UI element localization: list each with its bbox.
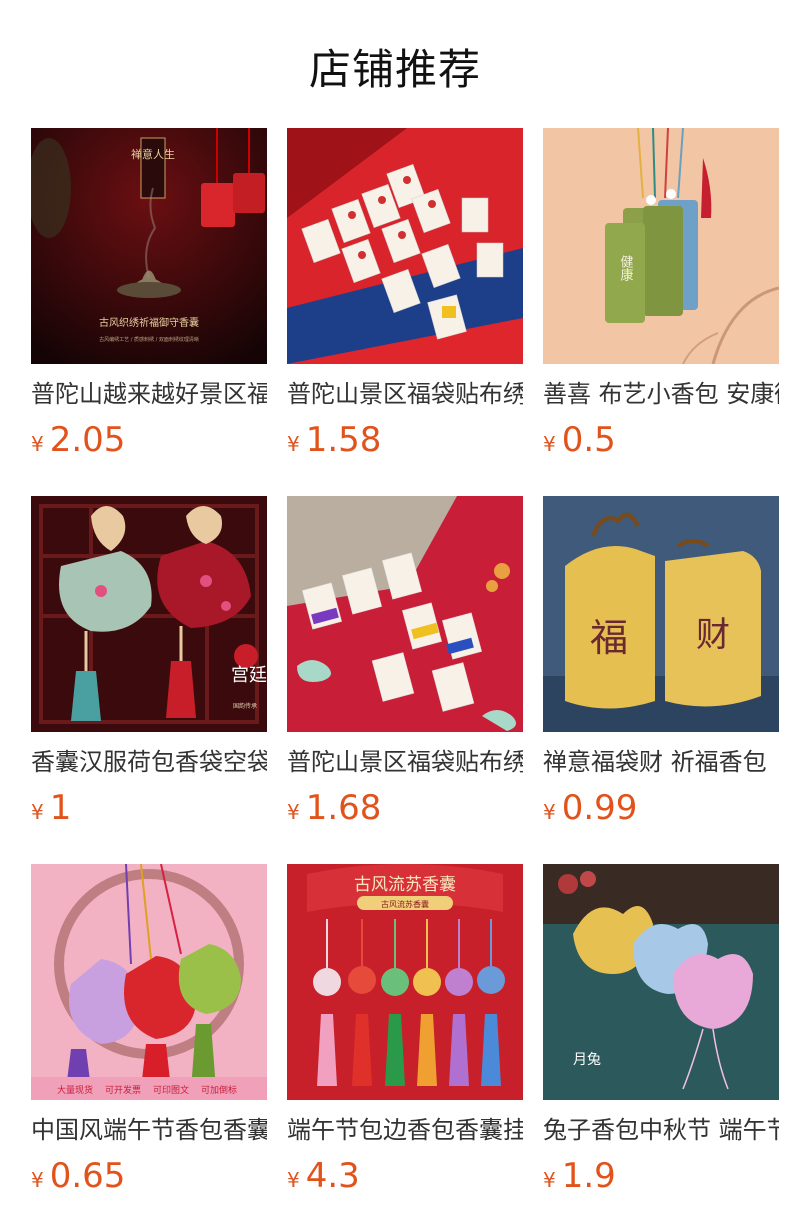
product-card[interactable]: 普陀山景区福袋贴布绣御守挂件 ¥1.68 — [287, 496, 523, 834]
currency-symbol: ¥ — [287, 1168, 300, 1192]
price-value: 0.99 — [561, 788, 638, 828]
product-name[interactable]: 端午节包边香包香囊挂件 — [287, 1114, 523, 1146]
store-recommendations-page: 店铺推荐 禅意人生 古风织绣祈福御守香囊 古风编绣工艺 / 质感刺绣 / 双面刺… — [0, 0, 790, 1232]
svg-text:健康: 健康 — [618, 255, 634, 281]
price-value: 0.65 — [49, 1156, 126, 1196]
svg-text:财: 财 — [696, 615, 730, 655]
product-image[interactable]: 古风流苏香囊 古风流苏香囊 — [287, 864, 523, 1100]
page-title: 店铺推荐 — [308, 45, 481, 94]
product-image[interactable]: 宫廷香囊 国韵传承 — [31, 496, 267, 732]
currency-symbol: ¥ — [287, 432, 300, 456]
svg-text:古风织绣祈福御守香囊: 古风织绣祈福御守香囊 — [99, 316, 199, 329]
product-name[interactable]: 普陀山景区福袋贴布绣御守挂件 — [287, 746, 523, 778]
product-image[interactable] — [287, 128, 523, 364]
svg-text:月兔: 月兔 — [573, 1052, 601, 1068]
product-image[interactable]: 月兔 — [543, 864, 779, 1100]
price-value: 2.05 — [49, 420, 126, 460]
product-image[interactable]: 健康 — [543, 128, 779, 364]
currency-symbol: ¥ — [287, 800, 300, 824]
product-image[interactable] — [287, 496, 523, 732]
product-card[interactable]: 禅意人生 古风织绣祈福御守香囊 古风编绣工艺 / 质感刺绣 / 双面刺绣纹理清晰… — [31, 128, 267, 466]
product-price: ¥0.99 — [543, 788, 779, 834]
price-value: 1.58 — [305, 420, 382, 460]
product-card[interactable]: 健康 善喜 布艺小香包 安康御守 ¥0.5 — [543, 128, 779, 466]
product-card[interactable]: 宫廷香囊 国韵传承 香囊汉服荷包香袋空袋挂件 ¥1 — [31, 496, 267, 834]
product-price: ¥4.3 — [287, 1156, 523, 1202]
product-name[interactable]: 善喜 布艺小香包 安康御守 — [543, 378, 779, 410]
svg-text:可加倒标: 可加倒标 — [201, 1084, 237, 1096]
svg-text:古风流苏香囊: 古风流苏香囊 — [354, 875, 456, 895]
currency-symbol: ¥ — [543, 800, 556, 824]
svg-text:大量现货: 大量现货 — [57, 1084, 93, 1096]
svg-text:宫廷香囊: 宫廷香囊 — [231, 665, 267, 686]
product-card[interactable]: 古风流苏香囊 古风流苏香囊 端午节包边香包香囊挂 ¥ 4.3 — [287, 864, 523, 1202]
product-name[interactable]: 兔子香包中秋节 端午节香囊 — [543, 1114, 779, 1146]
product-image[interactable]: 禅意人生 古风织绣祈福御守香囊 古风编绣工艺 / 质感刺绣 / 双面刺绣纹理清晰 — [31, 128, 267, 364]
svg-text:可印图文: 可印图文 — [153, 1084, 189, 1096]
product-price: ¥1.9 — [543, 1156, 779, 1202]
product-price: ¥1.58 — [287, 420, 523, 466]
product-card[interactable]: 普陀山景区福袋贴布绣御守挂件 ¥1.58 — [287, 128, 523, 466]
product-price: ¥0.65 — [31, 1156, 267, 1202]
product-card[interactable]: 月兔 兔子香包中秋节 端午节香囊 ¥1.9 — [543, 864, 779, 1202]
product-price: ¥1.68 — [287, 788, 523, 834]
product-price: ¥0.5 — [543, 420, 779, 466]
product-card[interactable]: 福 财 禅意福袋财 祈福香包 ¥0.99 — [543, 496, 779, 834]
svg-text:福: 福 — [590, 616, 628, 660]
product-name[interactable]: 普陀山景区福袋贴布绣御守挂件 — [287, 378, 523, 410]
currency-symbol: ¥ — [31, 800, 44, 824]
price-value: 1 — [49, 788, 72, 828]
currency-symbol: ¥ — [543, 1168, 556, 1192]
svg-text:古风编绣工艺 / 质感刺绣 / 双面刺绣纹理清晰: 古风编绣工艺 / 质感刺绣 / 双面刺绣纹理清晰 — [99, 336, 199, 343]
product-image[interactable]: 大量现货 可开发票 可印图文 可加倒标 — [31, 864, 267, 1100]
product-card[interactable]: 大量现货 可开发票 可印图文 可加倒标 中国风端午节香包香囊挂件 ¥0.65 — [31, 864, 267, 1202]
svg-text:禅意人生: 禅意人生 — [131, 147, 175, 161]
product-name[interactable]: 香囊汉服荷包香袋空袋挂件 — [31, 746, 267, 778]
currency-symbol: ¥ — [31, 432, 44, 456]
product-name[interactable]: 禅意福袋财 祈福香包 — [543, 746, 779, 778]
price-value: 4.3 — [305, 1156, 360, 1196]
price-value: 1.68 — [305, 788, 382, 828]
currency-symbol: ¥ — [31, 1168, 44, 1192]
svg-text:国韵传承: 国韵传承 — [233, 702, 257, 710]
svg-text:古风流苏香囊: 古风流苏香囊 — [381, 899, 429, 909]
product-price: ¥2.05 — [31, 420, 267, 466]
product-price: ¥1 — [31, 788, 267, 834]
price-value: 1.9 — [561, 1156, 616, 1196]
product-image[interactable]: 福 财 — [543, 496, 779, 732]
product-name[interactable]: 中国风端午节香包香囊挂件 — [31, 1114, 267, 1146]
currency-symbol: ¥ — [543, 432, 556, 456]
product-name[interactable]: 普陀山越来越好景区福袋香囊祈福御守 — [31, 378, 267, 410]
svg-text:可开发票: 可开发票 — [105, 1084, 141, 1096]
price-value: 0.5 — [561, 420, 616, 460]
